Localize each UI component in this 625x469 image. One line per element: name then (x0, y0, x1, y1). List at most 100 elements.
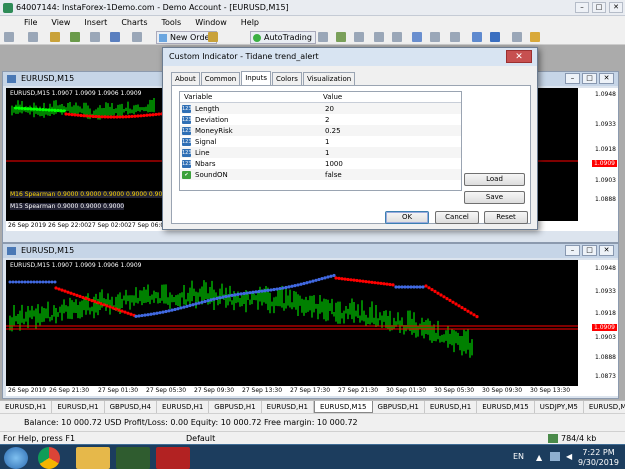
autotrading-button[interactable]: AutoTrading (250, 31, 316, 44)
trend-dot (376, 281, 380, 285)
tray-up-arrow-icon[interactable]: ▲ (536, 453, 542, 462)
tab-inputs[interactable]: Inputs (241, 71, 272, 85)
trend-dot (242, 291, 246, 296)
chart-2-restore-icon[interactable]: □ (582, 245, 597, 256)
param-value[interactable]: 2 (325, 116, 329, 124)
network-icon[interactable] (550, 452, 560, 461)
menu-file[interactable]: File (24, 16, 37, 30)
menu-view[interactable]: View (51, 16, 70, 30)
tab-about[interactable]: About (171, 72, 200, 86)
trend-dot (148, 113, 152, 117)
param-value[interactable]: 1 (325, 138, 329, 146)
reset-button[interactable]: Reset (484, 211, 528, 224)
dialog-close-icon[interactable]: ✕ (506, 50, 532, 63)
param-row[interactable]: 123 Signal 1 (180, 136, 461, 147)
chart-tab[interactable]: EURUSD,H1 (52, 401, 105, 413)
cancel-button[interactable]: Cancel (435, 211, 479, 224)
param-value[interactable]: 1 (325, 149, 329, 157)
chart-1-close-icon[interactable]: ✕ (599, 73, 614, 84)
templates-icon[interactable] (512, 32, 522, 42)
data-window-icon[interactable] (70, 32, 80, 42)
load-button[interactable]: Load (464, 173, 525, 186)
chart-1-indicator-line-2: M15 Spearman 0.9000 0.9000 0.9000 (10, 203, 125, 210)
metatrader-icon[interactable] (116, 447, 150, 469)
maximize-icon[interactable]: □ (592, 2, 606, 13)
app-titlebar: 64007144: InstaForex-1Demo.com - Demo Ac… (0, 0, 625, 16)
param-row[interactable]: ✔ SoundON false (180, 169, 461, 180)
file-explorer-icon[interactable] (76, 447, 110, 469)
menu-insert[interactable]: Insert (84, 16, 107, 30)
navigator-icon[interactable] (90, 32, 100, 42)
trend-dot (149, 312, 153, 316)
chart-shift-icon[interactable] (430, 32, 440, 42)
chart-2-close-icon[interactable]: ✕ (599, 245, 614, 256)
terminal-icon[interactable] (110, 32, 120, 42)
candlestick-icon[interactable] (336, 32, 346, 42)
chart-tab[interactable]: EURUSD,H1 (425, 401, 478, 413)
trend-dot (457, 304, 461, 308)
user-icon[interactable] (530, 32, 540, 42)
param-row[interactable]: 123 Deviation 2 (180, 114, 461, 125)
start-button-icon[interactable] (4, 447, 28, 469)
chart-tab[interactable]: EURUSD,M15 (477, 401, 535, 413)
profiles-icon[interactable] (28, 32, 38, 42)
chart-tab[interactable]: EURUSD,H1 (0, 401, 53, 413)
metaeditor-icon[interactable] (208, 32, 218, 42)
tray-clock[interactable]: 7:22 PM 9/30/2019 (578, 448, 619, 468)
chart-tab[interactable]: GBPUSD,H4 (105, 401, 157, 413)
trend-dot (88, 114, 92, 118)
tab-visualization[interactable]: Visualization (302, 72, 356, 86)
zoom-out-icon[interactable] (392, 32, 402, 42)
param-value[interactable]: 20 (325, 105, 334, 113)
trend-dot (433, 289, 437, 293)
param-row[interactable]: 123 MoneyRisk 0.25 (180, 125, 461, 136)
trend-dot (142, 113, 146, 118)
tester-icon[interactable] (132, 32, 142, 42)
param-row[interactable]: 123 Line 1 (180, 147, 461, 158)
trend-dot (124, 115, 128, 119)
param-value[interactable]: false (325, 171, 342, 179)
chart-1-minimize-icon[interactable]: – (565, 73, 580, 84)
chart-tab[interactable]: EURUSD,H1 (262, 401, 314, 413)
indicators-icon[interactable] (472, 32, 482, 42)
zoom-in-icon[interactable] (374, 32, 384, 42)
toolbar: New Order AutoTrading (0, 30, 625, 45)
chart-tab[interactable]: USDJPY,M5 (535, 401, 584, 413)
bar-chart-icon[interactable] (318, 32, 328, 42)
chart-tab[interactable]: EURUSD,M15 (584, 401, 625, 413)
minimize-icon[interactable]: – (575, 2, 589, 13)
app-icon-red[interactable] (156, 447, 190, 469)
close-icon[interactable]: ✕ (609, 2, 623, 13)
chart-2-plot[interactable]: EURUSD,M15 1.0907 1.0909 1.0906 1.0909 (6, 260, 578, 386)
param-value[interactable]: 0.25 (325, 127, 341, 135)
chart-2-minimize-icon[interactable]: – (565, 245, 580, 256)
param-value[interactable]: 1000 (325, 160, 343, 168)
line-chart-icon[interactable] (354, 32, 364, 42)
trend-dot (367, 280, 371, 284)
market-watch-icon[interactable] (50, 32, 60, 42)
chrome-icon[interactable] (38, 447, 60, 469)
trend-dot (409, 285, 413, 289)
param-row[interactable]: 123 Nbars 1000 (180, 158, 461, 169)
new-chart-icon[interactable] (4, 32, 14, 42)
param-row[interactable]: 123 Length 20 (180, 103, 461, 114)
periods-icon[interactable] (490, 32, 500, 42)
menu-help[interactable]: Help (241, 16, 259, 30)
menu-charts[interactable]: Charts (121, 16, 147, 30)
menu-window[interactable]: Window (195, 16, 227, 30)
menu-tools[interactable]: Tools (161, 16, 181, 30)
chart-1-restore-icon[interactable]: □ (582, 73, 597, 84)
chart-tab[interactable]: GBPUSD,H1 (373, 401, 425, 413)
save-button[interactable]: Save (464, 191, 525, 204)
ok-button[interactable]: OK (385, 211, 429, 224)
inputs-grid: Variable Value 123 Length 20 123 Deviation 2 1… (179, 91, 462, 191)
chart-tab[interactable]: EURUSD,H1 (157, 401, 210, 413)
volume-icon[interactable]: ◀ (566, 452, 572, 461)
tile-windows-icon[interactable] (412, 32, 422, 42)
autoscroll-icon[interactable] (450, 32, 460, 42)
language-indicator[interactable]: EN (513, 452, 524, 461)
chart-tab-active[interactable]: EURUSD,M15 (313, 401, 373, 413)
tab-common[interactable]: Common (200, 72, 241, 86)
chart-tab[interactable]: GBPUSD,H1 (209, 401, 262, 413)
tab-colors[interactable]: Colors (272, 72, 302, 86)
